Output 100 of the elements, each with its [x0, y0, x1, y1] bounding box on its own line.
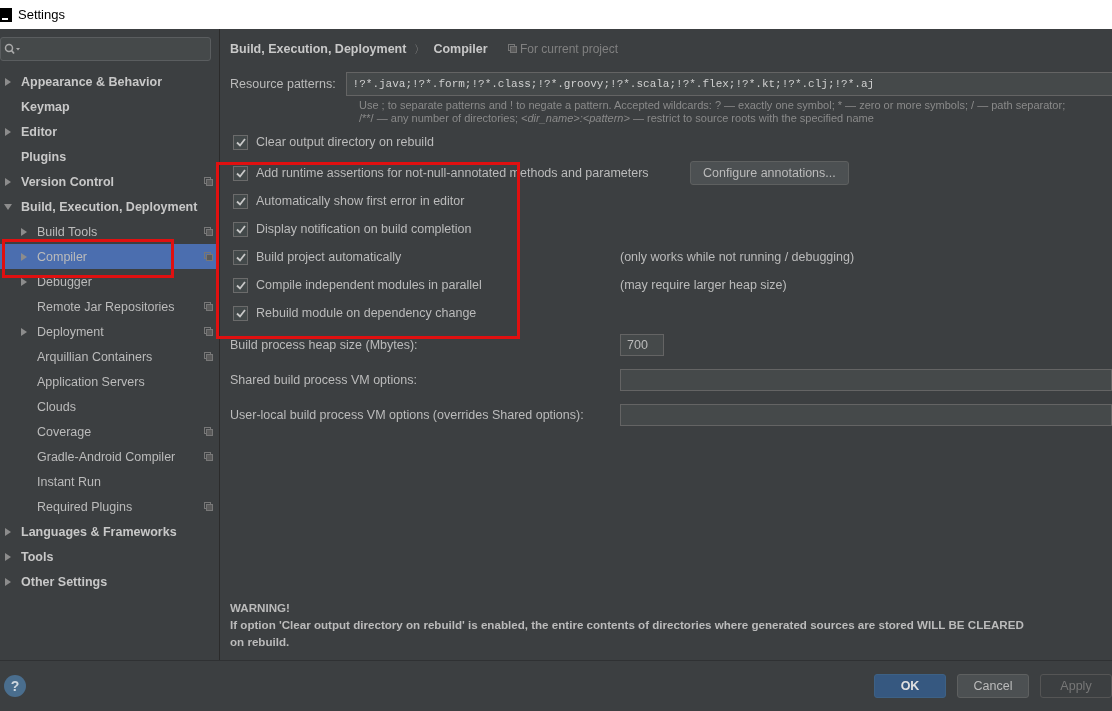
breadcrumb-item: Build, Execution, Deployment — [230, 42, 407, 56]
tree-item[interactable]: Editor — [0, 119, 219, 144]
tree-item-label: Keymap — [21, 99, 71, 114]
collapsed-arrow-icon[interactable] — [4, 577, 12, 586]
collapsed-arrow-icon[interactable] — [20, 227, 28, 236]
tree-item[interactable]: Instant Run — [0, 469, 219, 494]
tree-item-label: Editor — [21, 124, 59, 139]
collapsed-arrow-icon[interactable] — [4, 177, 12, 186]
project-scope-icon — [204, 352, 213, 361]
checkbox-label: Automatically show first error in editor — [256, 194, 465, 208]
warning-title: WARNING! — [230, 600, 291, 616]
tree-item[interactable]: Keymap — [0, 94, 219, 119]
collapsed-arrow-icon[interactable] — [20, 277, 28, 286]
help-text: /**/ — any number of directories; <dir_name>:<pattern> — restrict to source roots with the specified name — [359, 112, 875, 124]
help-button[interactable]: ? — [4, 675, 26, 697]
tree-item[interactable]: Application Servers — [0, 369, 219, 394]
breadcrumb-separator: 〉 — [414, 41, 426, 57]
collapsed-arrow-icon[interactable] — [4, 552, 12, 561]
tree-item[interactable]: Version Control — [0, 169, 219, 194]
checkbox[interactable] — [233, 277, 248, 293]
tree-item[interactable]: Build, Execution, Deployment — [0, 194, 219, 219]
tree-item-label: Version Control — [21, 174, 116, 189]
project-scope-icon — [204, 177, 213, 186]
checkbox-label: Compile independent modules in parallel — [256, 278, 482, 292]
tree-item[interactable]: Deployment — [0, 319, 219, 344]
scope-label: For current project — [507, 42, 618, 56]
tree-item[interactable]: Gradle-Android Compiler — [0, 444, 219, 469]
search-icon — [4, 43, 20, 55]
project-scope-icon — [507, 44, 517, 53]
tree-item[interactable]: Build Tools — [0, 219, 219, 244]
field-label: Shared build process VM options: — [230, 372, 418, 387]
tree-item[interactable]: Debugger — [0, 269, 219, 294]
configure-annotations-button[interactable]: Configure annotations... — [690, 161, 849, 185]
project-scope-icon — [204, 502, 213, 511]
tree-item[interactable]: Plugins — [0, 144, 219, 169]
tree-item-label: Build Tools — [37, 224, 99, 239]
project-scope-icon — [204, 327, 213, 336]
tree-item-label: Remote Jar Repositories — [37, 299, 176, 314]
checkbox[interactable] — [233, 221, 248, 237]
field-label: Resource patterns: — [230, 77, 336, 91]
collapsed-arrow-icon[interactable] — [4, 127, 12, 136]
tree-item-label: Application Servers — [37, 374, 146, 389]
project-scope-icon — [204, 252, 213, 261]
tree-item-label: Instant Run — [37, 474, 102, 489]
collapsed-arrow-icon[interactable] — [20, 327, 28, 336]
warning-text: If option 'Clear output directory on rebuild' is enabled, the entire contents of directories where generated sources are stored WILL BE CLEARED — [230, 617, 1025, 633]
tree-item-label: Other Settings — [21, 574, 109, 589]
search-field[interactable] — [0, 37, 211, 61]
tree-item-label: Plugins — [21, 149, 68, 164]
tree-item-label: Clouds — [37, 399, 77, 414]
tree-item-label: Build, Execution, Deployment — [21, 199, 199, 214]
tree-item[interactable]: Other Settings — [0, 569, 219, 594]
project-scope-icon — [204, 302, 213, 311]
dialog-button[interactable]: Cancel — [957, 674, 1029, 698]
text-field[interactable] — [620, 403, 1112, 426]
collapsed-arrow-icon[interactable] — [4, 77, 12, 86]
tree-item[interactable]: Remote Jar Repositories — [0, 294, 219, 319]
collapsed-arrow-icon[interactable] — [4, 527, 12, 536]
tree-item[interactable]: Appearance & Behavior — [0, 69, 219, 94]
checkbox-label: Display notification on build completion — [256, 222, 472, 236]
tree-item-label: Appearance & Behavior — [21, 74, 164, 89]
tree-item[interactable]: Tools — [0, 544, 219, 569]
breadcrumb-item: Compiler — [433, 42, 488, 56]
checkbox[interactable] — [233, 134, 248, 150]
tree-item-label: Compiler — [37, 249, 88, 264]
resource-patterns-field[interactable]: !?*.java;!?*.form;!?*.class;!?*.groovy;!?*.scala;!?*.flex;!?*.kt;!?*.clj;!?*.aj — [345, 72, 1112, 96]
text-field[interactable]: 700 — [620, 333, 664, 356]
tree-item[interactable]: Languages & Frameworks — [0, 519, 219, 544]
field-label: User-local build process VM options (overrides Shared options): — [230, 407, 585, 422]
tree-item-label: Tools — [21, 549, 55, 564]
tree-item[interactable]: Clouds — [0, 394, 219, 419]
tree-item-label: Debugger — [37, 274, 93, 289]
tree-item-label: Arquillian Containers — [37, 349, 154, 364]
checkbox[interactable] — [233, 305, 248, 321]
tree-item-label: Languages & Frameworks — [21, 524, 178, 539]
checkbox[interactable] — [233, 249, 248, 265]
tree-item[interactable]: Arquillian Containers — [0, 344, 219, 369]
tree-item-label: Deployment — [37, 324, 105, 339]
option-note: (only works while not running / debugging) — [620, 250, 855, 264]
text-field[interactable] — [620, 368, 1112, 391]
dialog-button[interactable]: OK — [874, 674, 946, 698]
window-title: Settings — [18, 7, 65, 22]
option-note: (may require larger heap size) — [620, 278, 787, 292]
project-scope-icon — [204, 227, 213, 236]
tree-item[interactable]: Required Plugins — [0, 494, 219, 519]
help-text: Use ; to separate patterns and ! to negate a pattern. Accepted wildcards: ? — exactly one symbol; * — zero or more symbols; / — path separator; — [359, 99, 1067, 111]
field-label: Build process heap size (Mbytes): — [230, 337, 419, 352]
tree-item-label: Gradle-Android Compiler — [37, 449, 177, 464]
tree-item-label: Coverage — [37, 424, 93, 439]
checkbox-label: Rebuild module on dependency change — [256, 306, 477, 320]
project-scope-icon — [204, 427, 213, 436]
checkbox-label: Clear output directory on rebuild — [256, 135, 434, 149]
expanded-arrow-icon[interactable] — [4, 202, 12, 211]
tree-item-label: Required Plugins — [37, 499, 134, 514]
checkbox[interactable] — [233, 165, 248, 181]
checkbox-label: Build project automatically — [256, 250, 402, 264]
warning-text: on rebuild. — [230, 634, 291, 650]
tree-item[interactable]: Coverage — [0, 419, 219, 444]
project-scope-icon — [204, 452, 213, 461]
checkbox[interactable] — [233, 193, 248, 209]
